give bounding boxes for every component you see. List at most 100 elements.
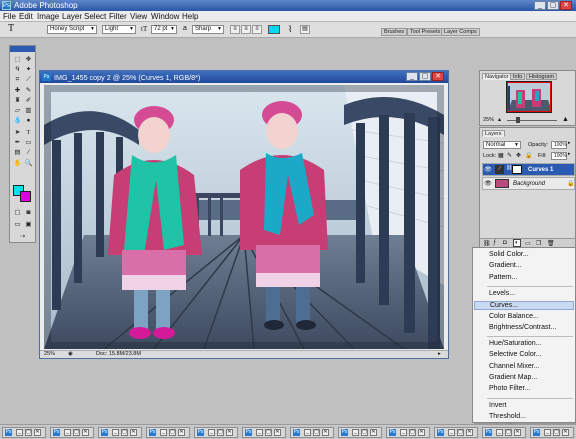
navigator-thumbnail[interactable] — [506, 81, 552, 113]
tab-navigator[interactable]: Navigator — [482, 73, 512, 80]
maximize-icon[interactable]: ▢ — [457, 429, 464, 436]
opacity-field[interactable]: 100% — [551, 141, 567, 149]
close-icon[interactable]: ✕ — [34, 429, 41, 436]
visibility-eye-icon[interactable]: 👁 — [484, 166, 492, 174]
zoom-slider-thumb[interactable] — [516, 117, 520, 123]
document-title-bar[interactable]: Ps IMG_1455 copy 2 @ 25% (Curves 1, RGB/… — [40, 71, 448, 83]
menu-item-brightness-contrast[interactable]: Brightness/Contrast... — [489, 324, 556, 331]
minimize-button[interactable]: _ — [534, 1, 546, 10]
status-menu-icon[interactable]: ◉ — [68, 351, 73, 357]
menu-item-photo-filter[interactable]: Photo Filter... — [489, 385, 530, 392]
fill-dropdown-icon[interactable]: ▸ — [568, 151, 571, 157]
zoom-tool-icon[interactable]: 🔍 — [23, 159, 34, 168]
minimized-document[interactable]: Ps _ ▢ ✕ — [50, 427, 94, 438]
background-color-swatch[interactable] — [20, 191, 31, 202]
close-icon[interactable]: ✕ — [82, 429, 89, 436]
link-layers-icon[interactable]: ⛓ — [483, 240, 491, 247]
close-icon[interactable]: ✕ — [514, 429, 521, 436]
close-icon[interactable]: ✕ — [130, 429, 137, 436]
maximize-icon[interactable]: ▢ — [121, 429, 128, 436]
dodge-tool-icon[interactable]: ● — [23, 116, 34, 125]
menu-help[interactable]: Help — [182, 12, 198, 21]
layer-row-background[interactable]: 👁 Background 🔒 — [482, 177, 575, 190]
menu-item-hue-saturation[interactable]: Hue/Saturation... — [489, 340, 542, 347]
text-color-swatch[interactable] — [268, 25, 280, 34]
doc-minimize-button[interactable]: _ — [406, 72, 418, 81]
lock-all-icon[interactable]: 🔒 — [525, 152, 532, 159]
well-tab-layer-comps[interactable]: Layer Comps — [441, 28, 480, 36]
minimized-document[interactable]: Ps _ ▢ ✕ — [482, 427, 526, 438]
minimized-document[interactable]: Ps _ ▢ ✕ — [98, 427, 142, 438]
zoom-out-icon[interactable]: ▴ — [498, 116, 501, 123]
brush-tool-icon[interactable]: ✎ — [23, 86, 34, 95]
menu-item-solid-color[interactable]: Solid Color... — [489, 251, 529, 258]
lock-pixels-icon[interactable]: ✎ — [507, 152, 512, 159]
menu-image[interactable]: Image — [37, 12, 59, 21]
font-size-select[interactable]: 72 pt ▼ — [151, 25, 177, 34]
menu-item-invert[interactable]: Invert — [489, 402, 507, 409]
gradient-tool-icon[interactable]: ▥ — [23, 106, 34, 115]
menu-item-curves[interactable]: Curves... — [474, 301, 574, 311]
slice-tool-icon[interactable]: ⟋ — [23, 75, 34, 84]
well-tab-tool-presets[interactable]: Tool Presets — [407, 28, 444, 36]
maximize-icon[interactable]: ▢ — [265, 429, 272, 436]
close-icon[interactable]: ✕ — [178, 429, 185, 436]
blend-mode-select[interactable]: Normal ▼ — [483, 141, 521, 149]
lock-transparency-icon[interactable]: ▦ — [498, 152, 504, 159]
restore-icon[interactable]: _ — [544, 429, 551, 436]
clone-stamp-tool-icon[interactable]: ♜ — [12, 96, 23, 105]
minimized-document[interactable]: Ps _ ▢ ✕ — [386, 427, 430, 438]
maximize-icon[interactable]: ▢ — [73, 429, 80, 436]
close-icon[interactable]: ✕ — [418, 429, 425, 436]
layer-mask-thumbnail[interactable] — [512, 165, 522, 174]
restore-icon[interactable]: _ — [304, 429, 311, 436]
warp-text-icon[interactable]: ⌇ — [288, 24, 292, 35]
zoom-field[interactable]: 25% — [44, 351, 55, 357]
maximize-button[interactable]: ▢ — [547, 1, 559, 10]
screen-mode-full-icon[interactable]: ▣ — [23, 220, 34, 229]
add-mask-icon[interactable]: ◘ — [503, 240, 507, 246]
minimized-document[interactable]: Ps _ ▢ ✕ — [146, 427, 190, 438]
move-tool-icon[interactable]: ✥ — [23, 55, 34, 64]
jump-to-imageready-icon[interactable]: ⇢ — [17, 232, 28, 241]
marquee-tool-icon[interactable]: ⬚ — [12, 55, 23, 64]
type-tool-icon[interactable]: T — [8, 23, 14, 34]
maximize-icon[interactable]: ▢ — [361, 429, 368, 436]
tab-info[interactable]: Info — [510, 73, 526, 80]
path-selection-tool-icon[interactable]: ➤ — [12, 128, 23, 137]
close-button[interactable]: ✕ — [560, 1, 572, 10]
maximize-icon[interactable]: ▢ — [217, 429, 224, 436]
close-icon[interactable]: ✕ — [322, 429, 329, 436]
image-canvas[interactable] — [44, 85, 444, 349]
hand-tool-icon[interactable]: ✋ — [12, 159, 23, 168]
close-icon[interactable]: ✕ — [226, 429, 233, 436]
restore-icon[interactable]: _ — [16, 429, 23, 436]
align-left-icon[interactable]: ≡ — [230, 25, 240, 34]
new-layer-icon[interactable]: ❐ — [536, 240, 541, 247]
doc-maximize-button[interactable]: ▢ — [419, 72, 431, 81]
layer-style-icon[interactable]: ƒ — [493, 240, 496, 246]
menu-item-levels[interactable]: Levels... — [489, 290, 515, 297]
minimized-document[interactable]: Ps _ ▢ ✕ — [290, 427, 334, 438]
menu-item-selective-color[interactable]: Selective Color... — [489, 351, 542, 358]
visibility-eye-icon[interactable]: 👁 — [484, 180, 492, 188]
zoom-slider-track[interactable] — [507, 120, 557, 121]
tab-histogram[interactable]: Histogram — [526, 73, 558, 80]
antialias-select[interactable]: Sharp ▼ — [192, 25, 224, 34]
palettes-toggle-icon[interactable]: ▤ — [300, 25, 310, 34]
maximize-icon[interactable]: ▢ — [313, 429, 320, 436]
restore-icon[interactable]: _ — [352, 429, 359, 436]
toolbox-header[interactable] — [10, 46, 35, 52]
layer-row-curves[interactable]: 👁 ⟋ ⛓ Curves 1 — [482, 163, 575, 176]
shape-tool-icon[interactable]: ▭ — [23, 138, 34, 147]
close-icon[interactable]: ✕ — [274, 429, 281, 436]
restore-icon[interactable]: _ — [400, 429, 407, 436]
close-icon[interactable]: ✕ — [370, 429, 377, 436]
restore-icon[interactable]: _ — [208, 429, 215, 436]
standard-mode-icon[interactable]: ▢ — [12, 208, 23, 217]
maximize-icon[interactable]: ▢ — [505, 429, 512, 436]
magic-wand-tool-icon[interactable]: ✦ — [23, 65, 34, 74]
lock-position-icon[interactable]: ✥ — [516, 152, 521, 159]
menu-select[interactable]: Select — [84, 12, 106, 21]
notes-tool-icon[interactable]: ▤ — [12, 148, 23, 157]
